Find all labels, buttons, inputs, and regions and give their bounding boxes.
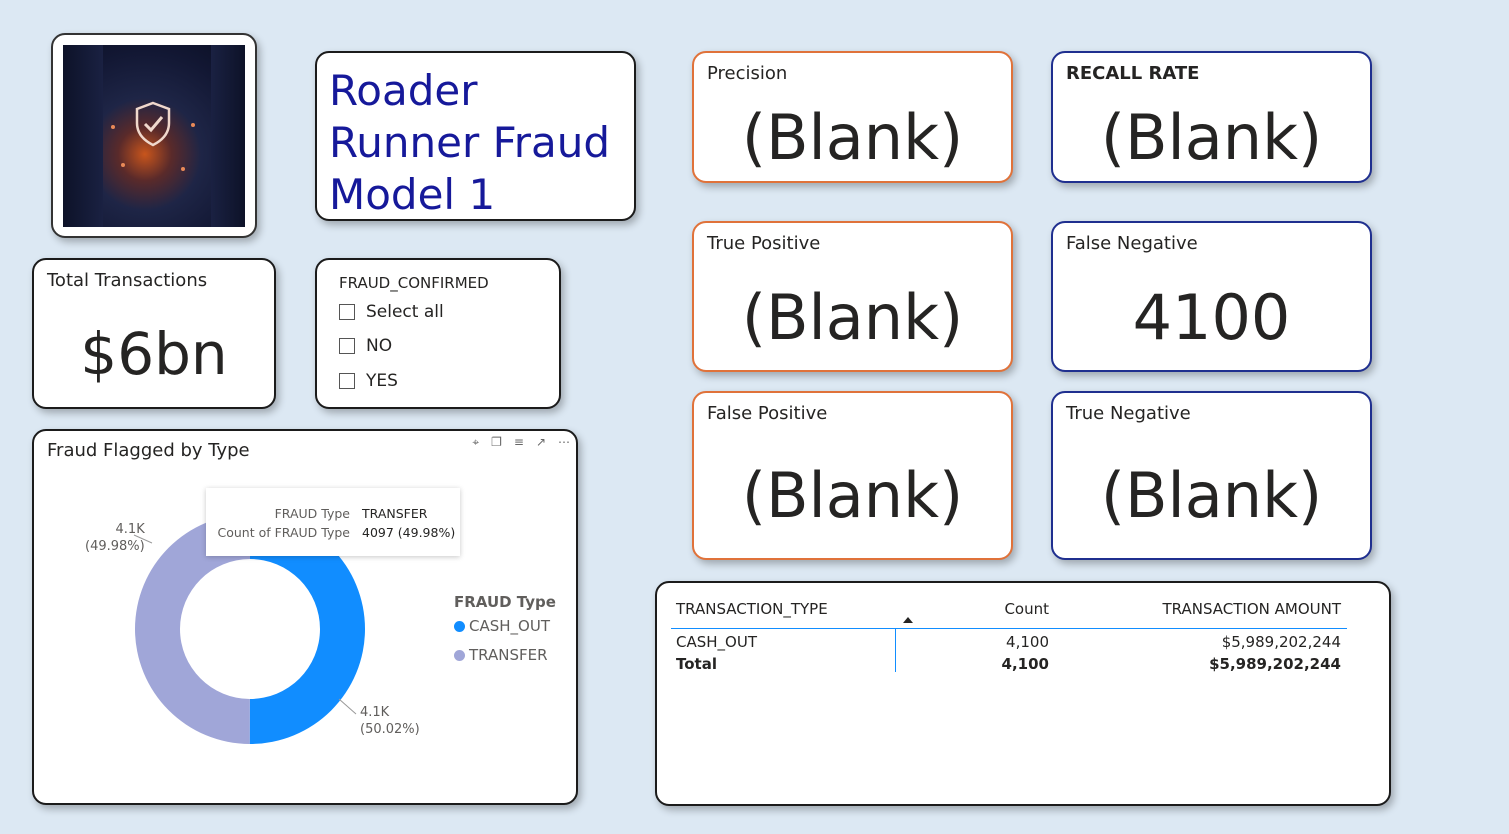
total-transactions-card[interactable]: Total Transactions $6bn xyxy=(32,258,276,409)
card-label: True Negative xyxy=(1066,403,1191,424)
fraud-by-type-chart-card[interactable]: Fraud Flagged by Type ⌖ ❐ ≡ ↗ ⋯ 4.1K (49… xyxy=(32,429,578,805)
hero-image-card xyxy=(51,33,257,238)
tooltip-key: FRAUD Type xyxy=(274,506,350,521)
option-label: NO xyxy=(366,336,393,356)
column-divider xyxy=(895,628,896,672)
chart-tooltip: FRAUD Type TRANSFER Count of FRAUD Type … xyxy=(206,488,460,556)
slicer-option-no[interactable]: NO xyxy=(339,336,392,356)
visual-header-icons: ⌖ ❐ ≡ ↗ ⋯ xyxy=(472,435,570,450)
report-title-card: Roader Runner Fraud Model 1 xyxy=(315,51,636,221)
true-positive-card[interactable]: True Positive (Blank) xyxy=(692,221,1013,372)
slicer-option-select-all[interactable]: Select all xyxy=(339,302,444,322)
fraud-shield-image xyxy=(63,45,245,227)
sort-ascending-icon[interactable] xyxy=(903,617,913,623)
card-label: RECALL RATE xyxy=(1066,63,1200,84)
data-label-transfer: 4.1K (49.98%) xyxy=(85,521,145,555)
shield-check-icon xyxy=(135,101,171,147)
checkbox-icon[interactable] xyxy=(339,338,355,354)
glow-dot xyxy=(191,123,195,127)
slicer-option-yes[interactable]: YES xyxy=(339,371,398,391)
fraud-confirmed-slicer[interactable]: FRAUD_CONFIRMED Select all NO YES xyxy=(315,258,561,409)
card-value: (Blank) xyxy=(741,101,964,174)
tooltip-value: TRANSFER xyxy=(362,506,428,521)
tooltip-row: Count of FRAUD Type 4097 (49.98%) xyxy=(206,525,456,540)
card-value: (Blank) xyxy=(741,281,964,354)
data-label-value: 4.1K xyxy=(115,522,145,537)
report-title: Roader Runner Fraud Model 1 xyxy=(329,66,610,219)
copy-icon[interactable]: ❐ xyxy=(491,435,502,450)
true-negative-card[interactable]: True Negative (Blank) xyxy=(1051,391,1372,560)
data-label-leader-line xyxy=(338,698,357,715)
card-value: $6bn xyxy=(80,320,228,388)
false-negative-card[interactable]: False Negative 4100 xyxy=(1051,221,1372,372)
precision-card[interactable]: Precision (Blank) xyxy=(692,51,1013,183)
option-label: YES xyxy=(366,371,398,391)
glow-dot xyxy=(111,125,115,129)
tooltip-value: 4097 (49.98%) xyxy=(362,525,456,540)
data-label-percent: (49.98%) xyxy=(85,539,145,554)
tooltip-row: FRAUD Type TRANSFER xyxy=(206,506,428,521)
card-value: (Blank) xyxy=(1100,101,1323,174)
focus-mode-icon[interactable]: ↗ xyxy=(536,435,546,450)
data-label-value: 4.1K xyxy=(360,705,390,720)
card-label: Total Transactions xyxy=(47,270,208,291)
data-label-percent: (50.02%) xyxy=(360,722,420,737)
transaction-table-card[interactable]: TRANSACTION_TYPE Count TRANSACTION AMOUN… xyxy=(655,581,1391,806)
legend-item-cash-out[interactable]: CASH_OUT xyxy=(454,617,550,635)
data-label-cash-out: 4.1K (50.02%) xyxy=(360,704,420,738)
option-label: Select all xyxy=(366,302,444,322)
more-options-icon[interactable]: ⋯ xyxy=(558,435,570,450)
total-row-label: Total xyxy=(676,655,717,673)
column-header-count[interactable]: Count xyxy=(997,600,1049,618)
slicer-header: FRAUD_CONFIRMED xyxy=(339,274,489,292)
legend-title: FRAUD Type xyxy=(454,593,556,611)
legend-swatch xyxy=(454,620,465,632)
table-cell: $5,989,202,244 xyxy=(1221,633,1341,651)
card-label: False Positive xyxy=(707,403,828,424)
suit-right-decor xyxy=(211,45,245,227)
filter-icon[interactable]: ≡ xyxy=(514,435,524,450)
card-label: True Positive xyxy=(707,233,821,254)
header-divider xyxy=(671,628,1347,629)
table-cell: CASH_OUT xyxy=(676,633,757,651)
column-header-transaction-amount[interactable]: TRANSACTION AMOUNT xyxy=(1141,600,1341,618)
legend-label: TRANSFER xyxy=(469,646,548,664)
total-amount: $5,989,202,244 xyxy=(1209,655,1341,673)
column-header-transaction-type[interactable]: TRANSACTION_TYPE xyxy=(676,600,828,618)
tooltip-key: Count of FRAUD Type xyxy=(217,525,351,540)
pin-icon[interactable]: ⌖ xyxy=(472,435,479,450)
recall-rate-card[interactable]: RECALL RATE (Blank) xyxy=(1051,51,1372,183)
legend-swatch xyxy=(454,649,465,661)
suit-left-decor xyxy=(63,45,103,227)
checkbox-icon[interactable] xyxy=(339,304,355,320)
card-label: Precision xyxy=(707,63,788,84)
glow-dot xyxy=(121,163,125,167)
donut-chart[interactable] xyxy=(34,431,454,803)
card-value: (Blank) xyxy=(741,459,964,532)
false-positive-card[interactable]: False Positive (Blank) xyxy=(692,391,1013,560)
card-value: (Blank) xyxy=(1100,459,1323,532)
legend-item-transfer[interactable]: TRANSFER xyxy=(454,646,548,664)
table-cell: 4,100 xyxy=(1006,633,1049,651)
card-value: 4100 xyxy=(1132,281,1291,354)
glow-dot xyxy=(181,167,185,171)
card-label: False Negative xyxy=(1066,233,1198,254)
legend-label: CASH_OUT xyxy=(469,617,550,635)
checkbox-icon[interactable] xyxy=(339,373,355,389)
total-count: 4,100 xyxy=(1001,655,1049,673)
